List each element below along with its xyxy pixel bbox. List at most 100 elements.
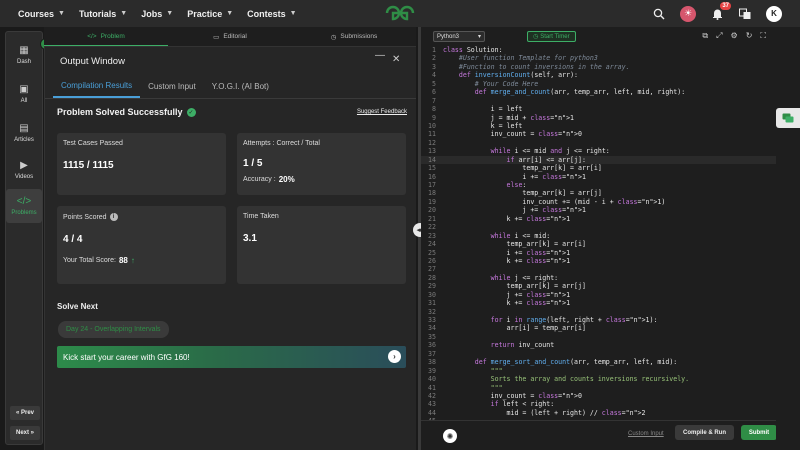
code-line[interactable]: 14 if arr[i] <= arr[j]: bbox=[421, 155, 776, 165]
code-line[interactable]: 13 while i <= mid and j <= right: bbox=[421, 147, 776, 155]
avatar[interactable]: K bbox=[766, 5, 782, 22]
code-line[interactable]: 28 while j <= right: bbox=[421, 274, 776, 282]
lightbulb-icon[interactable]: ✺ bbox=[443, 429, 457, 443]
gfg-logo[interactable] bbox=[384, 4, 416, 22]
line-number: 25 bbox=[428, 248, 436, 257]
line-number: 34 bbox=[428, 324, 436, 333]
code-line[interactable]: 43 if left < right: bbox=[421, 400, 776, 408]
code-line[interactable]: 44 mid = (left + right) // class="n">2 bbox=[421, 409, 776, 417]
code-line[interactable]: 38 def merge_sort_and_count(arr, temp_ar… bbox=[421, 358, 776, 366]
line-number: 12 bbox=[428, 138, 436, 147]
next-problem-chip[interactable]: Day 24 - Overlapping Intervals bbox=[58, 321, 169, 338]
language-select[interactable]: Python3 ▾ bbox=[433, 31, 485, 42]
code-line[interactable]: 41 """ bbox=[421, 384, 776, 392]
code-line[interactable]: 3 #Function to count inversions in the a… bbox=[421, 63, 776, 71]
code-line[interactable]: 35 bbox=[421, 333, 776, 341]
code-line[interactable]: 40 Sorts the array and counts inversions… bbox=[421, 375, 776, 383]
code-line[interactable]: 22 bbox=[421, 223, 776, 231]
chat-icon[interactable] bbox=[776, 108, 800, 128]
code-line[interactable]: 12 bbox=[421, 139, 776, 147]
search-icon[interactable] bbox=[652, 7, 666, 21]
dashboard-icon: ▦ bbox=[19, 45, 29, 56]
code-line[interactable]: 5 # Your Code Here bbox=[421, 80, 776, 88]
tab-compilation-results[interactable]: Compilation Results bbox=[53, 75, 141, 98]
code-line[interactable]: 23 while i <= mid: bbox=[421, 232, 776, 240]
code-line[interactable]: 2 #User function Template for python3 bbox=[421, 54, 776, 62]
prev-button[interactable]: « Prev bbox=[10, 406, 40, 420]
theme-toggle-icon[interactable]: ☀ bbox=[680, 5, 696, 22]
code-line[interactable]: 39 """ bbox=[421, 367, 776, 375]
reset-icon[interactable]: ↻ bbox=[746, 31, 753, 41]
code-line[interactable]: 11 inv_count = class="n">0 bbox=[421, 130, 776, 138]
suggest-feedback-link[interactable]: Suggest Feedback bbox=[357, 109, 407, 115]
code-line[interactable]: 7 bbox=[421, 97, 776, 105]
tab-custom-input[interactable]: Custom Input bbox=[140, 75, 204, 98]
code-line[interactable]: 27 bbox=[421, 265, 776, 273]
tab-submissions[interactable]: ◷ Submissions bbox=[292, 27, 416, 46]
code-line[interactable]: 30 j += class="n">1 bbox=[421, 291, 776, 299]
editor-footer: ✺ Custom Input Compile & Run Submit bbox=[421, 420, 777, 450]
tab-problem[interactable]: </> Problem bbox=[44, 27, 168, 46]
code-line[interactable]: 1 class Solution: bbox=[421, 46, 776, 54]
code-line[interactable]: 8 i = left bbox=[421, 105, 776, 113]
nav-contests[interactable]: Contests ▼ bbox=[247, 9, 296, 19]
translate-icon[interactable] bbox=[738, 7, 752, 21]
code-text: i = left bbox=[443, 105, 523, 114]
close-icon[interactable]: ✕ bbox=[392, 54, 400, 65]
nav-tutorials[interactable]: Tutorials ▼ bbox=[79, 9, 127, 19]
code-line[interactable]: 20 j += class="n">1 bbox=[421, 206, 776, 214]
code-line[interactable]: 36 return inv_count bbox=[421, 341, 776, 349]
code-line[interactable]: 18 temp_arr[k] = arr[j] bbox=[421, 189, 776, 197]
code-line[interactable]: 34 arr[i] = temp_arr[i] bbox=[421, 324, 776, 332]
code-line[interactable]: 9 j = mid + class="n">1 bbox=[421, 114, 776, 122]
minimize-icon[interactable]: — bbox=[375, 50, 385, 61]
sidebar-item-articles[interactable]: ▤ Articles bbox=[6, 116, 42, 150]
code-line[interactable]: 16 i += class="n">1 bbox=[421, 173, 776, 181]
code-line[interactable]: 29 temp_arr[k] = arr[j] bbox=[421, 282, 776, 290]
next-button[interactable]: Next » bbox=[10, 426, 40, 440]
start-timer-button[interactable]: ◷ Start Timer bbox=[527, 31, 576, 42]
settings-icon[interactable]: ⚙ bbox=[731, 31, 738, 41]
fullscreen-icon[interactable]: ⤢ bbox=[716, 31, 722, 41]
code-line[interactable]: 4 def inversionCount(self, arr): bbox=[421, 71, 776, 79]
sidebar-item-dash[interactable]: ▦ Dash bbox=[6, 38, 42, 72]
custom-input-link[interactable]: Custom Input bbox=[628, 431, 664, 437]
code-line[interactable]: 33 for i in range(left, right + class="n… bbox=[421, 316, 776, 324]
sidebar-item-all[interactable]: ▣ All bbox=[6, 77, 42, 111]
submit-button[interactable]: Submit bbox=[741, 425, 777, 440]
code-line[interactable]: 21 k += class="n">1 bbox=[421, 215, 776, 223]
code-line[interactable]: 26 k += class="n">1 bbox=[421, 257, 776, 265]
code-text: # Your Code Here bbox=[443, 79, 539, 88]
info-icon[interactable]: i bbox=[109, 213, 118, 221]
copy-icon[interactable]: ⧉ bbox=[702, 31, 708, 41]
code-text: #Function to count inversions in the arr… bbox=[443, 62, 630, 71]
sidebar-item-problems[interactable]: </> Problems bbox=[6, 189, 42, 223]
nav-courses[interactable]: Courses ▼ bbox=[18, 9, 65, 19]
tab-editorial[interactable]: ▭ Editorial bbox=[168, 27, 292, 46]
code-area[interactable]: 1 class Solution: 2 #User function Templat… bbox=[421, 46, 776, 420]
code-line[interactable]: 17 else: bbox=[421, 181, 776, 189]
code-line[interactable]: 37 bbox=[421, 350, 776, 358]
compile-run-button[interactable]: Compile & Run bbox=[675, 425, 734, 440]
bell-icon[interactable]: 37 bbox=[710, 1, 731, 21]
expand-icon[interactable]: ⛶ bbox=[760, 31, 766, 41]
nav-jobs[interactable]: Jobs ▼ bbox=[141, 9, 173, 19]
code-line[interactable]: 10 k = left bbox=[421, 122, 776, 130]
test-cases-label: Test Cases Passed bbox=[63, 140, 123, 147]
code-line[interactable]: 32 bbox=[421, 308, 776, 316]
gfg160-banner[interactable]: Kick start your career with GfG 160! › bbox=[57, 346, 406, 368]
code-line[interactable]: 19 inv_count += (mid - i + class="n">1) bbox=[421, 198, 776, 206]
tab-yogi-ai-bot[interactable]: Y.O.G.I. (AI Bot) bbox=[204, 75, 277, 98]
line-number: 28 bbox=[428, 273, 436, 282]
code-text: """ bbox=[443, 383, 503, 392]
code-text: while i <= mid and j <= right: bbox=[490, 147, 610, 156]
code-line[interactable]: 15 temp_arr[k] = arr[i] bbox=[421, 164, 776, 172]
code-line[interactable]: 31 k += class="n">1 bbox=[421, 299, 776, 307]
code-line[interactable]: 6 def merge_and_count(arr, temp_arr, lef… bbox=[421, 88, 776, 96]
line-number: 6 bbox=[432, 88, 436, 97]
code-line[interactable]: 25 i += class="n">1 bbox=[421, 249, 776, 257]
nav-practice[interactable]: Practice ▼ bbox=[187, 9, 233, 19]
code-line[interactable]: 42 inv_count = class="n">0 bbox=[421, 392, 776, 400]
sidebar-item-videos[interactable]: ▶ Videos bbox=[6, 153, 42, 187]
code-line[interactable]: 24 temp_arr[k] = arr[i] bbox=[421, 240, 776, 248]
